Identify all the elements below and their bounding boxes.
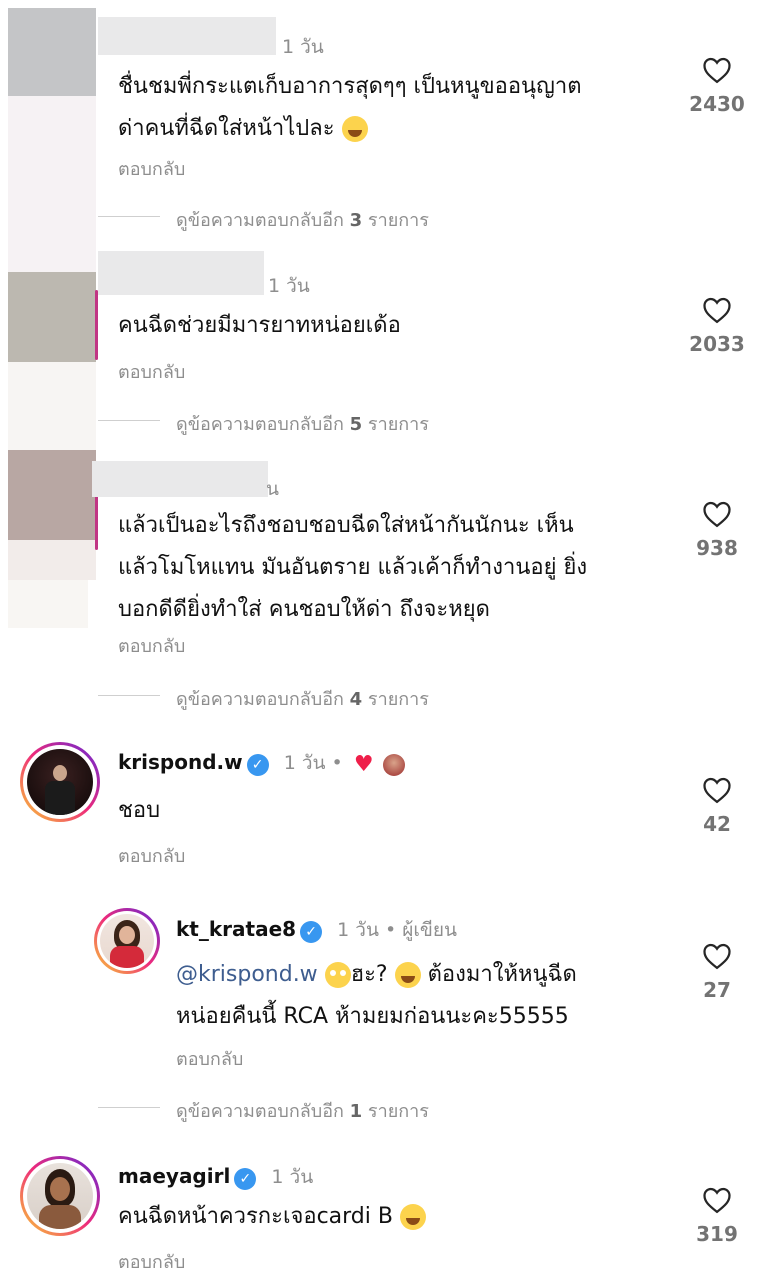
verified-badge-icon: ✓ xyxy=(300,920,323,943)
heart-outline-icon[interactable] xyxy=(702,500,732,528)
comment-text: แล้วเป็นอะไรถึงชอบชอบฉีดใส่หน้ากันนักนะ … xyxy=(118,505,688,631)
redacted-avatar-mosaic xyxy=(8,540,96,580)
view-more-suffix: รายการ xyxy=(367,414,429,435)
reply-button[interactable]: ตอบกลับ xyxy=(118,154,185,183)
comment-text-line: หน่อยคืนนี้ RCA ห้ามยมก่อนนะคะ55555 xyxy=(176,1004,569,1029)
face-with-tears-of-joy-emoji xyxy=(394,962,421,988)
username[interactable]: maeyagirl xyxy=(118,1164,230,1188)
red-heart-icon: ♥ xyxy=(353,752,374,777)
comment-text: คนฉีดช่วยมีมารยาทหน่อยเด้อ xyxy=(118,305,678,347)
view-more-replies[interactable]: ดูข้อความตอบกลับอีก 4 รายการ xyxy=(176,684,429,713)
redacted-avatar-mosaic xyxy=(8,272,96,362)
view-more-suffix: รายการ xyxy=(367,1101,429,1122)
comment-text-line: ด่าคนที่ฉีดใส่หน้าไปละ xyxy=(118,116,335,141)
like-button[interactable]: 2033 xyxy=(677,296,757,356)
like-button[interactable]: 319 xyxy=(677,1186,757,1246)
divider-line xyxy=(98,695,160,696)
comment-text: คนฉีดหน้าควรกะเจอcardi B xyxy=(118,1196,426,1238)
redacted-avatar-mosaic xyxy=(8,580,88,628)
like-button[interactable]: 2430 xyxy=(677,56,757,116)
view-more-prefix: ดูข้อความตอบกลับอีก xyxy=(176,1101,344,1122)
avatar[interactable] xyxy=(20,742,100,822)
avatar-ring-edge xyxy=(95,490,98,550)
comment-text-line: คนฉีดหน้าควรกะเจอcardi B xyxy=(118,1204,393,1229)
comment-time: 1 วัน xyxy=(282,36,324,58)
view-more-replies[interactable]: ดูข้อความตอบกลับอีก 5 รายการ xyxy=(176,409,429,438)
reply-button[interactable]: ตอบกลับ xyxy=(176,1044,243,1073)
username[interactable]: krispond.w xyxy=(118,750,243,774)
view-more-replies[interactable]: ดูข้อความตอบกลับอีก 3 รายการ xyxy=(176,205,429,234)
redacted-username xyxy=(98,17,276,55)
face-with-tears-of-joy-emoji xyxy=(399,1204,426,1230)
heart-outline-icon[interactable] xyxy=(702,1186,732,1214)
like-count: 2033 xyxy=(689,332,745,356)
face-with-tears-of-joy-emoji xyxy=(341,116,368,142)
avatar[interactable] xyxy=(20,1156,100,1236)
like-button[interactable]: 938 xyxy=(677,500,757,560)
comment-time: น xyxy=(266,478,279,500)
comment-text-part: ต้องมาให้หนูฉีด xyxy=(427,962,577,987)
comment-header: krispond.w ✓ 1 วัน • ♥ xyxy=(118,748,405,778)
reply-button[interactable]: ตอบกลับ xyxy=(118,841,185,870)
comment-time: 1 วัน xyxy=(271,1166,314,1188)
redacted-avatar-mosaic xyxy=(8,450,96,540)
view-more-prefix: ดูข้อความตอบกลับอีก xyxy=(176,210,344,231)
comment-text-line: บอกดีดียิ่งทำใส่ คนชอบให้ด่า ถึงจะหยุด xyxy=(118,597,490,622)
comment-text: ชอบ xyxy=(118,798,161,823)
heart-outline-icon[interactable] xyxy=(702,296,732,324)
view-more-suffix: รายการ xyxy=(367,689,429,710)
view-more-count: 1 xyxy=(349,1101,363,1122)
author-avatar-mini xyxy=(382,753,405,776)
comment-text-line: แล้วเป็นอะไรถึงชอบชอบฉีดใส่หน้ากันนักนะ … xyxy=(118,513,574,538)
divider-line xyxy=(98,216,160,217)
reply-button[interactable]: ตอบกลับ xyxy=(118,631,185,660)
like-button[interactable]: 42 xyxy=(677,776,757,836)
view-more-count: 3 xyxy=(349,210,363,231)
heart-outline-icon[interactable] xyxy=(702,942,732,970)
comment-time: 1 วัน • ผู้เขียน xyxy=(337,919,457,941)
verified-badge-icon: ✓ xyxy=(246,753,269,776)
mention-link[interactable]: @krispond.w xyxy=(176,962,318,987)
comment-time: 1 วัน • xyxy=(283,752,343,774)
verified-badge-icon: ✓ xyxy=(234,1167,257,1190)
divider-line xyxy=(98,1107,160,1108)
like-count: 938 xyxy=(696,536,738,560)
comment-time: 1 วัน xyxy=(268,275,310,297)
flushed-face-emoji xyxy=(324,962,351,988)
redacted-username xyxy=(92,461,268,497)
comment-header: kt_kratae8 ✓ 1 วัน • ผู้เขียน xyxy=(176,915,457,945)
avatar-ring-edge xyxy=(95,290,98,360)
comment-text: ชื่นชมพี่กระแตเก็บอาการสุดๆๆ เป็นหนูขออน… xyxy=(118,66,678,150)
view-more-suffix: รายการ xyxy=(367,210,429,231)
view-more-count: 5 xyxy=(349,414,363,435)
like-count: 27 xyxy=(703,978,731,1002)
like-button[interactable]: 27 xyxy=(677,942,757,1002)
view-more-prefix: ดูข้อความตอบกลับอีก xyxy=(176,414,344,435)
comment-text-line: ชื่นชมพี่กระแตเก็บอาการสุดๆๆ เป็นหนูขออน… xyxy=(118,74,582,99)
like-count: 42 xyxy=(703,812,731,836)
view-more-prefix: ดูข้อความตอบกลับอีก xyxy=(176,689,344,710)
like-count: 319 xyxy=(696,1222,738,1246)
view-more-count: 4 xyxy=(349,689,363,710)
comment-text: @krispond.w ฮะ? ต้องมาให้หนูฉีด หน่อยคืน… xyxy=(176,954,676,1038)
heart-outline-icon[interactable] xyxy=(702,776,732,804)
comment-text-part: ฮะ? xyxy=(350,962,388,987)
reply-button[interactable]: ตอบกลับ xyxy=(118,1247,185,1276)
like-count: 2430 xyxy=(689,92,745,116)
reply-button[interactable]: ตอบกลับ xyxy=(118,357,185,386)
comment-header: maeyagirl ✓ 1 วัน xyxy=(118,1162,313,1192)
redacted-avatar-mosaic xyxy=(8,8,96,96)
comment-text-line: คนฉีดช่วยมีมารยาทหน่อยเด้อ xyxy=(118,313,401,338)
comment-text-line: แล้วโมโหแทน มันอันตราย แล้วเค้าก็ทำงานอย… xyxy=(118,555,588,580)
heart-outline-icon[interactable] xyxy=(702,56,732,84)
redacted-avatar-mosaic xyxy=(8,96,96,272)
avatar[interactable] xyxy=(94,908,160,974)
username[interactable]: kt_kratae8 xyxy=(176,917,296,941)
redacted-username xyxy=(98,251,264,295)
divider-line xyxy=(98,420,160,421)
view-more-replies[interactable]: ดูข้อความตอบกลับอีก 1 รายการ xyxy=(176,1096,429,1125)
redacted-avatar-mosaic xyxy=(8,362,96,450)
